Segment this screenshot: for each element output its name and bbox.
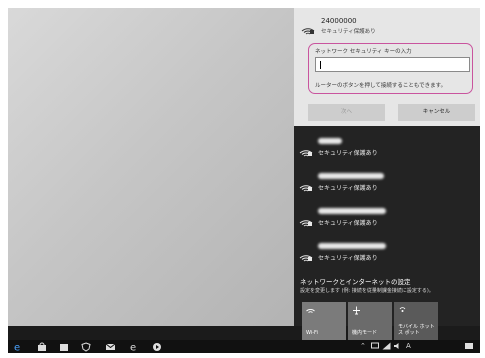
network-item[interactable]: セキュリティ保護あり — [294, 170, 480, 200]
text-caret — [320, 61, 321, 69]
next-button[interactable]: 次へ — [308, 104, 385, 121]
network-name-blurred — [318, 208, 386, 214]
battery-icon[interactable] — [371, 342, 380, 351]
wifi-secured-icon — [299, 212, 313, 231]
wifi-flyout: 24000000 セキュリティ保護あり ネットワーク セキュリティ キーの入力 … — [294, 8, 480, 326]
network-item-connecting[interactable]: 24000000 セキュリティ保護あり ネットワーク セキュリティ キーの入力 … — [294, 8, 480, 126]
cancel-button[interactable]: キャンセル — [398, 104, 475, 121]
wifi-tile-label: Wi-Fi — [306, 330, 318, 336]
network-security-status: セキュリティ保護あり — [321, 29, 376, 35]
network-item[interactable]: セキュリティ保護あり — [294, 240, 480, 270]
network-ssid: 24000000 — [321, 17, 357, 25]
desktop-background — [8, 8, 294, 326]
wifi-secured-icon — [299, 247, 313, 266]
network-security-status: セキュリティ保護あり — [318, 220, 378, 227]
security-key-input[interactable] — [315, 57, 470, 72]
router-button-hint: ルーターのボタンを押して接続することもできます。 — [315, 83, 447, 89]
action-center-icon[interactable] — [464, 342, 474, 351]
edge-icon[interactable]: e — [12, 341, 23, 352]
wifi-secured-icon — [301, 20, 315, 39]
network-tray-icon[interactable] — [382, 342, 391, 351]
svg-text:e: e — [130, 342, 136, 352]
airplane-icon — [352, 306, 361, 317]
network-item[interactable]: セキュリティ保護あり — [294, 135, 480, 165]
ime-indicator[interactable]: A — [406, 342, 411, 351]
wifi-icon — [306, 306, 315, 316]
airplane-tile-label: 機内モード — [352, 330, 378, 336]
explorer-icon[interactable] — [58, 341, 69, 352]
screen: 24000000 セキュリティ保護あり ネットワーク セキュリティ キーの入力 … — [8, 8, 480, 353]
network-security-status: セキュリティ保護あり — [318, 185, 378, 192]
security-key-label: ネットワーク セキュリティ キーの入力 — [315, 49, 412, 55]
network-name-blurred — [318, 243, 386, 249]
network-settings-description: 設定を変更します (例: 接続を従量制課金接続に設定する)。 — [300, 288, 434, 294]
network-settings-link[interactable]: ネットワークとインターネットの設定 — [300, 276, 411, 286]
taskbar: e e ⌃ A — [8, 340, 480, 353]
wifi-secured-icon — [299, 177, 313, 196]
chevron-up-icon[interactable]: ⌃ — [360, 342, 366, 351]
network-security-status: セキュリティ保護あり — [318, 255, 378, 262]
network-name-blurred — [318, 173, 384, 179]
volume-icon[interactable] — [393, 342, 402, 351]
hotspot-icon — [398, 306, 407, 317]
mobile-hotspot-tile[interactable]: モバイル ホットス ポット — [394, 302, 438, 340]
network-security-status: セキュリティ保護あり — [318, 150, 378, 157]
network-item[interactable]: セキュリティ保護あり — [294, 205, 480, 235]
store-icon[interactable] — [36, 341, 47, 352]
security-icon[interactable] — [80, 341, 91, 352]
edge-icon[interactable]: e — [128, 341, 139, 352]
mail-icon[interactable] — [104, 341, 117, 352]
wifi-secured-icon — [299, 142, 313, 161]
hotspot-tile-label: モバイル ホットス ポット — [398, 324, 435, 336]
media-icon[interactable] — [151, 341, 162, 352]
network-name-blurred — [318, 138, 342, 144]
wifi-toggle-tile[interactable]: Wi-Fi — [302, 302, 346, 340]
airplane-mode-tile[interactable]: 機内モード — [348, 302, 392, 340]
svg-text:e: e — [14, 342, 20, 352]
